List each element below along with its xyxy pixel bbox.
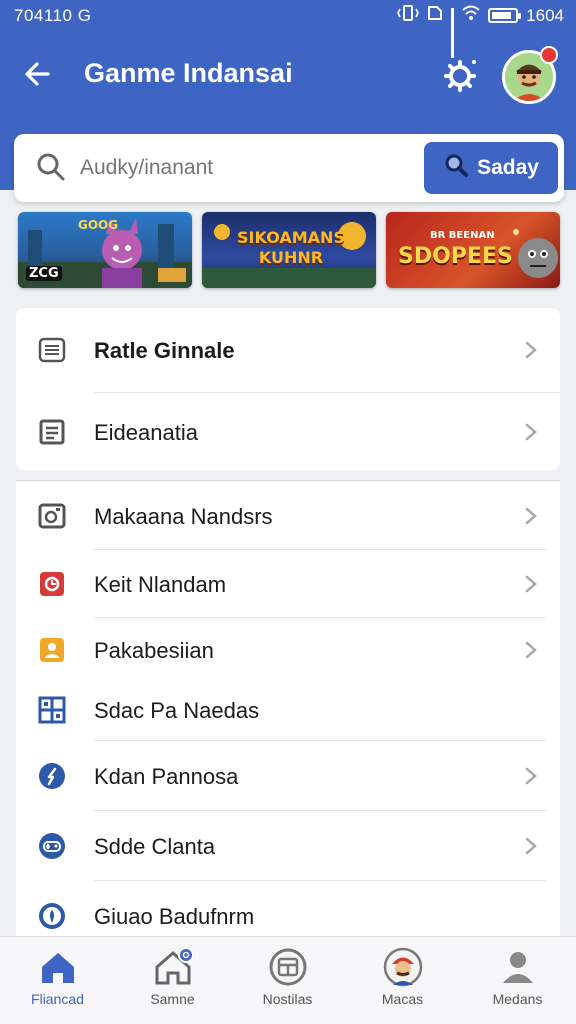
- menu-item-ratle-ginnale[interactable]: Ratle Ginnale: [16, 316, 560, 384]
- chevron-right-icon: [524, 340, 538, 360]
- search-button-label: Saday: [477, 156, 539, 179]
- page-title: Ganme Indansai: [84, 58, 293, 88]
- chevron-right-icon: [524, 836, 538, 856]
- banner-3-title: SDOPEES: [398, 244, 513, 269]
- chevron-right-icon: [524, 574, 538, 594]
- banner-3-subtitle: BR BEENAN: [430, 230, 495, 241]
- menu-item-label: Ratle Ginnale: [94, 338, 235, 363]
- status-bar: 704110 G 1604: [0, 0, 576, 58]
- chevron-right-icon: [524, 422, 538, 442]
- home-badge-icon: [153, 947, 194, 987]
- game-banner-1[interactable]: GOOG ZCG: [18, 212, 192, 288]
- back-arrow-icon[interactable]: [20, 56, 56, 92]
- menu-item-label: Kdan Pannosa: [94, 764, 239, 789]
- search-button[interactable]: Saday: [424, 142, 558, 194]
- status-time: 1604: [526, 5, 564, 25]
- search-icon: [36, 152, 66, 182]
- camera-icon: [38, 502, 66, 530]
- menu-item-label: Makaana Nandsrs: [94, 504, 273, 529]
- divider: [94, 810, 546, 811]
- mario-avatar-icon: [383, 947, 423, 987]
- status-left-text: 704110 G: [14, 6, 92, 25]
- banner-1-title: GOOG: [78, 218, 119, 232]
- bottom-navigation: Fliancad Samne Nostilas Macas Medans: [0, 936, 576, 1024]
- game-banner-3[interactable]: BR BEENAN SDOPEES: [386, 212, 560, 288]
- menu-item-pakabesiian[interactable]: Pakabesiian: [16, 616, 560, 684]
- banner-2-title: SIKOAMANS KUHNR: [237, 228, 345, 267]
- divider: [94, 392, 560, 393]
- wifi-icon: [462, 5, 480, 26]
- nav-tab-home[interactable]: Fliancad: [0, 937, 115, 1024]
- signal-icon: [451, 7, 455, 58]
- search-input[interactable]: [80, 152, 410, 184]
- chevron-right-icon: [524, 506, 538, 526]
- gamepad-icon: [38, 570, 66, 598]
- nav-label: Samne: [150, 991, 195, 1007]
- chevron-right-icon: [524, 766, 538, 786]
- menu-item-label: Sdac Pa Naedas: [94, 698, 260, 723]
- notification-badge: [540, 46, 558, 64]
- home-icon: [38, 947, 78, 987]
- menu-item-label: Sdde Clanta: [94, 834, 216, 859]
- controller-icon: [38, 832, 66, 860]
- menu-item-kdan-pannosa[interactable]: Kdan Pannosa: [16, 742, 560, 810]
- menu-item-sdde-clanta[interactable]: Sdde Clanta: [16, 812, 560, 880]
- divider: [94, 880, 546, 881]
- menu-group-secondary: Makaana Nandsrs Keit Nlandam Pakabesiian…: [16, 482, 560, 936]
- location-icon: [38, 902, 66, 930]
- search-button-icon: [443, 152, 469, 184]
- menu-item-keit-nlandam[interactable]: Keit Nlandam: [16, 550, 560, 618]
- search-bar: Saday: [14, 134, 564, 202]
- menu-item-eideanatia[interactable]: Eideanatia: [16, 398, 560, 466]
- menu-item-label: Giuao Badufnrm: [94, 904, 255, 929]
- vibrate-icon: [397, 5, 420, 26]
- menu-item-label: Eideanatia: [94, 420, 198, 445]
- nav-label: Fliancad: [31, 991, 84, 1007]
- nav-label: Medans: [492, 991, 543, 1007]
- list-icon: [38, 336, 66, 364]
- divider: [94, 740, 546, 741]
- menu-item-label: Keit Nlandam: [94, 572, 227, 597]
- compass-icon: [38, 762, 66, 790]
- nav-label: Macas: [381, 991, 424, 1007]
- nav-tab-macas[interactable]: Macas: [345, 937, 460, 1024]
- nav-label: Nostilas: [262, 991, 313, 1007]
- menu-item-makaana-nandsrs[interactable]: Makaana Nandsrs: [16, 482, 560, 550]
- settings-gear-icon[interactable]: [442, 56, 480, 94]
- nav-tab-samne[interactable]: Samne: [115, 937, 230, 1024]
- nav-tab-nostilas[interactable]: Nostilas: [230, 937, 345, 1024]
- menu-group-primary: Ratle Ginnale Eideanatia: [16, 308, 560, 470]
- document-icon: [38, 418, 66, 446]
- section-divider: [16, 480, 560, 481]
- nav-tab-medans[interactable]: Medans: [460, 937, 575, 1024]
- person-icon: [498, 947, 538, 987]
- person-icon: [38, 636, 66, 664]
- window-icon: [268, 947, 308, 987]
- game-banner-row: GOOG ZCG SIKOAMANS KUHNR BR BEENAN SDOPE…: [18, 212, 560, 288]
- menu-item-sdac-pa-naedas[interactable]: Sdac Pa Naedas: [16, 676, 560, 744]
- sim-icon: [427, 5, 443, 26]
- status-icons: 1604: [397, 5, 564, 58]
- banner-1-logo: ZCG: [26, 266, 62, 281]
- chevron-right-icon: [524, 640, 538, 660]
- game-banner-2[interactable]: SIKOAMANS KUHNR: [202, 212, 376, 288]
- battery-icon: [488, 8, 522, 23]
- grid-icon: [38, 696, 66, 724]
- menu-item-label: Pakabesiian: [94, 638, 214, 663]
